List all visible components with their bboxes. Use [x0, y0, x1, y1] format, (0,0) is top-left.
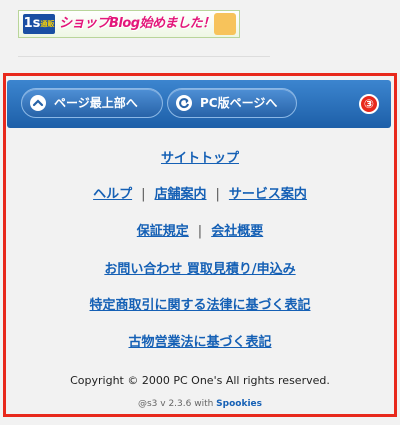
chevron-up-icon [30, 95, 46, 111]
shop-blog-banner[interactable]: 1s通販 ショップBlog始めました！ [18, 10, 240, 38]
service-info-link[interactable]: サービス案内 [229, 187, 307, 202]
link-row-tokutei: 特定商取引に関する法律に基づく表記 [6, 294, 394, 313]
pc-page-label: PC版ページへ [200, 96, 278, 110]
company-link[interactable]: 会社概要 [211, 224, 263, 239]
separator: | [197, 224, 203, 239]
contact-link[interactable]: お問い合わせ 買取見積り/申込み [104, 262, 295, 277]
tokutei-link[interactable]: 特定商取引に関する法律に基づく表記 [89, 298, 310, 313]
warranty-link[interactable]: 保証規定 [137, 224, 189, 239]
site-top-link[interactable]: サイトトップ [161, 151, 239, 166]
help-link[interactable]: ヘルプ [93, 187, 132, 202]
refresh-icon [176, 95, 192, 111]
separator: | [141, 187, 146, 202]
separator: | [215, 187, 220, 202]
divider [18, 56, 270, 57]
banner-text: ショップBlog始めました！ [59, 16, 215, 31]
banner-character-icon [214, 13, 236, 35]
link-row-kobutsu: 古物営業法に基づく表記 [6, 331, 394, 350]
header-area: 1s通販 ショップBlog始めました！ [0, 0, 400, 70]
version-text: @s3 v 2.3.6 with Spookies [6, 399, 394, 409]
copyright-text: Copyright © 2000 PC One's All rights res… [70, 374, 330, 387]
page-top-label: ページ最上部へ [54, 96, 138, 110]
banner-logo: 1s通販 [23, 14, 55, 34]
kobutsu-link[interactable]: 古物営業法に基づく表記 [128, 335, 271, 350]
link-row-help: ヘルプ | 店舗案内 | サービス案内 [6, 183, 394, 202]
page-top-button[interactable]: ページ最上部へ [21, 88, 163, 118]
store-info-link[interactable]: 店舗案内 [154, 187, 206, 202]
link-row-warranty: 保証規定 | 会社概要 [6, 220, 394, 239]
link-row-contact: お問い合わせ 買取見積り/申込み [6, 258, 394, 277]
footer-nav-bar: ページ最上部へ PC版ページへ ③ [7, 80, 391, 128]
version-prefix: @s3 v 2.3.6 with [137, 399, 217, 409]
link-row-site-top: サイトトップ [6, 147, 394, 166]
spookies-link[interactable]: Spookies [216, 399, 262, 409]
number-badge: ③ [359, 94, 379, 114]
pc-page-button[interactable]: PC版ページへ [167, 88, 297, 118]
